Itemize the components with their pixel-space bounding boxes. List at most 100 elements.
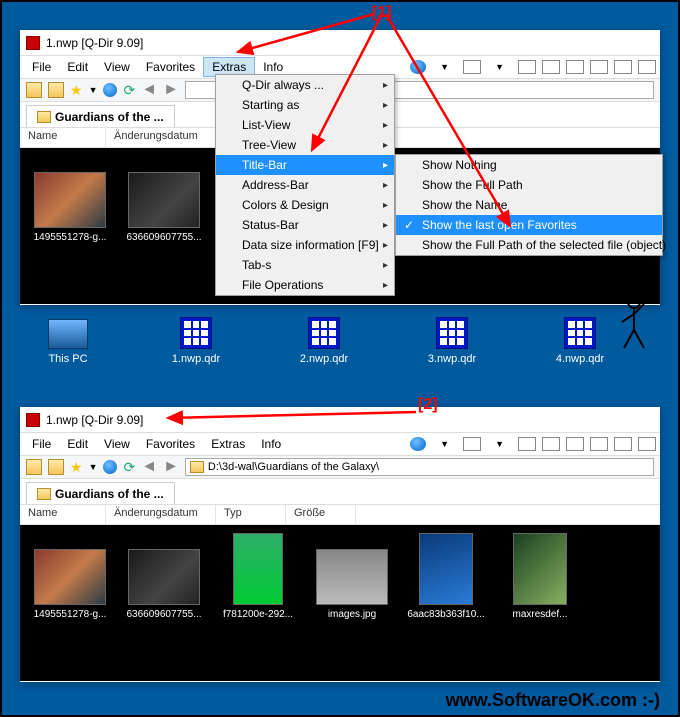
file-item[interactable]: maxresdef...	[500, 549, 580, 620]
layout-4-icon[interactable]	[566, 60, 584, 74]
back-icon[interactable]: ◄	[141, 458, 157, 476]
menu-qdir-always[interactable]: Q-Dir always ...	[216, 75, 394, 95]
layout-4-icon[interactable]	[566, 437, 584, 451]
layout-6-icon[interactable]	[614, 437, 632, 451]
layout-1-icon[interactable]	[463, 437, 481, 451]
col-name[interactable]: Name	[20, 505, 106, 524]
menu-data-size[interactable]: Data size information [F9]	[216, 235, 394, 255]
forward-icon[interactable]: ►	[163, 458, 179, 476]
folder-tree-icon[interactable]	[48, 459, 64, 475]
file-item[interactable]: 6aac83b363f10...	[406, 549, 486, 620]
layout-6-icon[interactable]	[614, 60, 632, 74]
layout-1-icon[interactable]	[463, 60, 481, 74]
refresh-icon[interactable]: ⟳	[123, 82, 135, 99]
col-name[interactable]: Name	[20, 128, 106, 147]
col-size[interactable]: Größe	[286, 505, 356, 524]
globe-icon[interactable]	[410, 60, 426, 74]
menu-list-view[interactable]: List-View	[216, 115, 394, 135]
col-type[interactable]: Typ	[216, 505, 286, 524]
menu-edit[interactable]: Edit	[59, 435, 96, 453]
menu-tabs[interactable]: Tab-s	[216, 255, 394, 275]
this-pc[interactable]: This PC	[32, 319, 104, 365]
layout-2-icon[interactable]	[518, 60, 536, 74]
file-label: 636609607755...	[126, 609, 201, 620]
submenu-show-name[interactable]: Show the Name	[396, 195, 662, 215]
layout-2-icon[interactable]	[518, 437, 536, 451]
menu-view[interactable]: View	[96, 435, 138, 453]
desktop-label: 2.nwp.qdr	[300, 353, 348, 365]
layout-3-icon[interactable]	[542, 60, 560, 74]
file-item[interactable]: f781200e-292...	[218, 549, 298, 620]
menu-address-bar[interactable]: Address-Bar	[216, 175, 394, 195]
menu-favorites[interactable]: Favorites	[138, 58, 203, 76]
menu-title-bar[interactable]: Title-Bar	[216, 155, 394, 175]
qdr-icon	[180, 317, 212, 349]
forward-icon[interactable]: ►	[163, 81, 179, 99]
qdr-file-4[interactable]: 4.nwp.qdr	[544, 317, 616, 365]
menu-tree-view[interactable]: Tree-View	[216, 135, 394, 155]
titlebar[interactable]: 1.nwp [Q-Dir 9.09]	[20, 30, 660, 56]
qdr-file-3[interactable]: 3.nwp.qdr	[416, 317, 488, 365]
col-date[interactable]: Änderungsdatum	[106, 505, 216, 524]
menu-status-bar[interactable]: Status-Bar	[216, 215, 394, 235]
menu-file-operations[interactable]: File Operations	[216, 275, 394, 295]
file-item[interactable]: 636609607755...	[124, 549, 204, 620]
desktop-label: 4.nwp.qdr	[556, 353, 604, 365]
file-item[interactable]: images.jpg	[312, 549, 392, 620]
folder-mini-icon	[190, 461, 204, 473]
tab-guardians[interactable]: Guardians of the ...	[26, 105, 175, 127]
desktop-label: 1.nwp.qdr	[172, 353, 220, 365]
layout-7-icon[interactable]	[638, 60, 656, 74]
submenu-show-full-path[interactable]: Show the Full Path	[396, 175, 662, 195]
qdr-file-2[interactable]: 2.nwp.qdr	[288, 317, 360, 365]
stickman-icon: ?	[612, 292, 656, 352]
favorite-icon[interactable]: ★	[70, 459, 83, 476]
layout-7-icon[interactable]	[638, 437, 656, 451]
menu-edit[interactable]: Edit	[59, 58, 96, 76]
titlebar[interactable]: 1.nwp [Q-Dir 9.09]	[20, 407, 660, 433]
qdr-icon	[436, 317, 468, 349]
tab-label: Guardians of the ...	[55, 487, 164, 501]
file-label: 636609607755...	[126, 232, 201, 243]
menu-colors[interactable]: Colors & Design	[216, 195, 394, 215]
address-bar[interactable]: D:\3d-wal\Guardians of the Galaxy\	[185, 458, 654, 476]
menu-file[interactable]: File	[24, 58, 59, 76]
qdr-icon	[308, 317, 340, 349]
submenu-show-full-path-selected[interactable]: Show the Full Path of the selected file …	[396, 235, 662, 255]
folder-tree-icon[interactable]	[48, 82, 64, 98]
back-icon[interactable]: ◄	[141, 81, 157, 99]
globe-toolbar-icon[interactable]	[103, 83, 117, 97]
file-item[interactable]: 1495551278-g...	[30, 172, 110, 243]
layout-3-icon[interactable]	[542, 437, 560, 451]
file-item[interactable]: 636609607755...	[124, 172, 204, 243]
menu-extras[interactable]: Extras	[203, 435, 253, 453]
menu-info[interactable]: Info	[253, 435, 289, 453]
file-area[interactable]: 1495551278-g... 636609607755... f781200e…	[20, 525, 660, 681]
qdr-file-1[interactable]: 1.nwp.qdr	[160, 317, 232, 365]
menu-file[interactable]: File	[24, 435, 59, 453]
globe-icon[interactable]	[410, 437, 426, 451]
folder-icon[interactable]	[26, 459, 42, 475]
layout-5-icon[interactable]	[590, 437, 608, 451]
path-text: D:\3d-wal\Guardians of the Galaxy\	[208, 461, 379, 473]
folder-icon[interactable]	[26, 82, 42, 98]
tab-strip: Guardians of the ...	[20, 479, 660, 505]
file-label: maxresdef...	[512, 609, 567, 620]
menu-starting-as[interactable]: Starting as	[216, 95, 394, 115]
file-label: 6aac83b363f10...	[407, 609, 484, 620]
tab-guardians[interactable]: Guardians of the ...	[26, 482, 175, 504]
file-label: 1495551278-g...	[34, 609, 107, 620]
menu-favorites[interactable]: Favorites	[138, 435, 203, 453]
desktop-label: This PC	[48, 353, 87, 365]
file-item[interactable]: 1495551278-g...	[30, 549, 110, 620]
submenu-show-nothing[interactable]: Show Nothing	[396, 155, 662, 175]
layout-5-icon[interactable]	[590, 60, 608, 74]
col-date[interactable]: Änderungsdatum	[106, 128, 216, 147]
menu-view[interactable]: View	[96, 58, 138, 76]
favorite-icon[interactable]: ★	[70, 82, 83, 99]
qdr-icon	[564, 317, 596, 349]
globe-toolbar-icon[interactable]	[103, 460, 117, 474]
submenu-show-last-favorites[interactable]: Show the last open Favorites	[396, 215, 662, 235]
refresh-icon[interactable]: ⟳	[123, 459, 135, 476]
column-headers: Name Änderungsdatum Typ Größe	[20, 505, 660, 525]
